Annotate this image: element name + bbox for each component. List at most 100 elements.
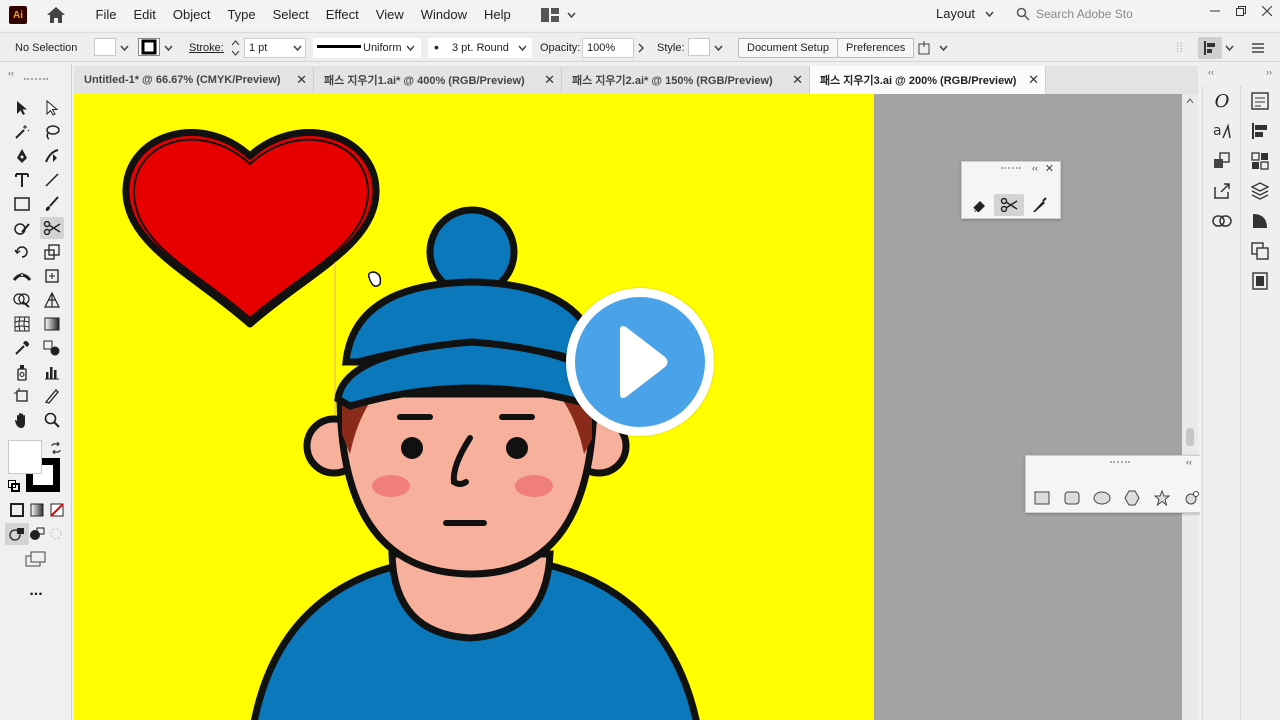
tab-document-3[interactable]: 패스 지우기2.ai* @ 150% (RGB/Preview) ✕	[562, 66, 810, 94]
menu-edit[interactable]: Edit	[125, 0, 164, 30]
search-stock-input[interactable]: Search Adobe Sto	[1016, 4, 1192, 24]
width-tool-icon[interactable]	[10, 265, 34, 287]
close-icon[interactable]: ✕	[1028, 72, 1039, 88]
align-panel-button[interactable]	[1198, 37, 1222, 59]
libraries-icon[interactable]	[1241, 176, 1279, 206]
expand-icon[interactable]: ››	[1266, 67, 1272, 77]
edit-toolbar-button[interactable]: ...	[24, 580, 48, 602]
magic-wand-tool-icon[interactable]	[10, 121, 34, 143]
stroke-label[interactable]: Stroke:	[189, 42, 224, 54]
none-mode-icon[interactable]	[45, 499, 69, 521]
scroll-up-icon[interactable]	[1186, 98, 1194, 104]
blend-tool-icon[interactable]	[40, 337, 64, 359]
scrollbar-thumb[interactable]	[1186, 428, 1194, 446]
vertical-scrollbar[interactable]	[1182, 94, 1198, 720]
selection-tool-icon[interactable]	[10, 97, 34, 119]
scissors-tool-icon[interactable]	[994, 194, 1024, 216]
ellipse-tool-icon[interactable]	[1090, 487, 1114, 509]
perspective-grid-tool-icon[interactable]	[40, 289, 64, 311]
chevron-down-icon[interactable]	[939, 45, 948, 51]
knife-tool-icon[interactable]	[1026, 194, 1052, 216]
scale-tool-icon[interactable]	[40, 241, 64, 263]
tab-document-4[interactable]: 패스 지우기3.ai @ 200% (RGB/Preview) ✕	[810, 66, 1046, 94]
export-icon[interactable]	[1203, 176, 1241, 206]
preferences-button[interactable]: Preferences	[837, 38, 915, 58]
lasso-tool-icon[interactable]	[40, 121, 64, 143]
type-tool-icon[interactable]	[10, 169, 34, 191]
home-icon[interactable]	[45, 4, 67, 26]
chevron-down-icon[interactable]	[1225, 45, 1234, 51]
close-icon[interactable]: ✕	[792, 72, 803, 88]
column-graph-tool-icon[interactable]	[40, 361, 64, 383]
collapse-icon[interactable]: ‹‹	[1208, 67, 1214, 77]
menu-effect[interactable]: Effect	[317, 0, 367, 30]
close-icon[interactable]: ✕	[296, 72, 307, 88]
eraser-tool-icon[interactable]	[966, 194, 992, 216]
layers-icon[interactable]	[1241, 266, 1279, 296]
menu-window[interactable]: Window	[412, 0, 475, 30]
graphic-style-swatch[interactable]	[688, 38, 710, 56]
menu-object[interactable]: Object	[164, 0, 219, 30]
menu-view[interactable]: View	[367, 0, 412, 30]
close-window-button[interactable]	[1254, 0, 1280, 22]
gradient-tool-icon[interactable]	[40, 313, 64, 335]
shape-builder-tool-icon[interactable]	[10, 289, 34, 311]
fill-swatch[interactable]	[94, 38, 116, 56]
minimize-button[interactable]	[1202, 0, 1228, 22]
shaper-tool-icon[interactable]	[10, 217, 34, 239]
tab-document-1[interactable]: Untitled-1* @ 66.67% (CMYK/Preview) ✕	[74, 66, 314, 94]
close-icon[interactable]: ✕	[1045, 162, 1054, 175]
fill-color-swatch[interactable]	[8, 440, 42, 474]
polygon-tool-icon[interactable]	[1120, 487, 1144, 509]
chevron-down-icon[interactable]	[120, 45, 129, 51]
play-video-button[interactable]	[566, 288, 714, 436]
eyedropper-tool-icon[interactable]	[10, 337, 34, 359]
tab-document-2[interactable]: 패스 지우기1.ai* @ 400% (RGB/Preview) ✕	[314, 66, 562, 94]
menu-select[interactable]: Select	[264, 0, 317, 30]
pathfinder-icon[interactable]	[1241, 236, 1279, 266]
slice-tool-icon[interactable]	[40, 385, 64, 407]
rounded-rectangle-tool-icon[interactable]	[1060, 487, 1084, 509]
transform-options-icon[interactable]	[918, 40, 936, 56]
artboard-tool-icon[interactable]	[10, 385, 34, 407]
workspace-switcher[interactable]: Layout	[936, 6, 994, 21]
artboard[interactable]	[74, 94, 874, 720]
links-icon[interactable]	[1203, 206, 1241, 236]
document-setup-button[interactable]: Document Setup	[738, 38, 838, 58]
panel-header[interactable]: ‹‹ ✕	[1026, 456, 1214, 472]
star-tool-icon[interactable]	[1150, 487, 1174, 509]
scissors-tool-icon[interactable]	[40, 217, 64, 239]
rotate-tool-icon[interactable]	[10, 241, 34, 263]
close-icon[interactable]: ✕	[544, 72, 555, 88]
stroke-swatch[interactable]	[138, 38, 160, 56]
chevron-down-icon[interactable]	[164, 45, 173, 51]
panel-grip[interactable]	[24, 78, 48, 80]
collapse-icon[interactable]: ‹‹	[1186, 457, 1192, 467]
collapse-icon[interactable]: ‹‹	[1032, 163, 1038, 173]
menu-help[interactable]: Help	[475, 0, 519, 30]
mesh-tool-icon[interactable]	[10, 313, 34, 335]
chevron-down-icon[interactable]	[714, 45, 723, 51]
variable-width-profile[interactable]: Uniform	[313, 38, 421, 58]
change-screen-mode-icon[interactable]	[24, 548, 48, 570]
asset-export-icon[interactable]	[1241, 146, 1279, 176]
direct-selection-tool-icon[interactable]	[40, 97, 64, 119]
transparency-icon[interactable]	[1241, 206, 1279, 236]
brush-definition[interactable]: • 3 pt. Round	[428, 38, 532, 58]
graphic-styles-icon[interactable]	[1203, 146, 1241, 176]
free-transform-tool-icon[interactable]	[40, 265, 64, 287]
opentype-icon[interactable]: O	[1203, 86, 1241, 116]
panel-menu-icon[interactable]	[1252, 42, 1264, 54]
swap-colors-icon[interactable]	[50, 442, 62, 454]
chevron-right-icon[interactable]	[638, 43, 644, 53]
pen-tool-icon[interactable]	[10, 145, 34, 167]
hand-tool-icon[interactable]	[10, 409, 34, 431]
paintbrush-tool-icon[interactable]	[40, 193, 64, 215]
line-segment-tool-icon[interactable]	[40, 169, 64, 191]
menu-file[interactable]: File	[87, 0, 125, 30]
draw-inside-icon[interactable]	[45, 523, 69, 545]
restore-button[interactable]	[1228, 0, 1254, 22]
rectangle-tool-icon[interactable]	[10, 193, 34, 215]
symbol-sprayer-tool-icon[interactable]	[10, 361, 34, 383]
properties-icon[interactable]	[1241, 86, 1279, 116]
